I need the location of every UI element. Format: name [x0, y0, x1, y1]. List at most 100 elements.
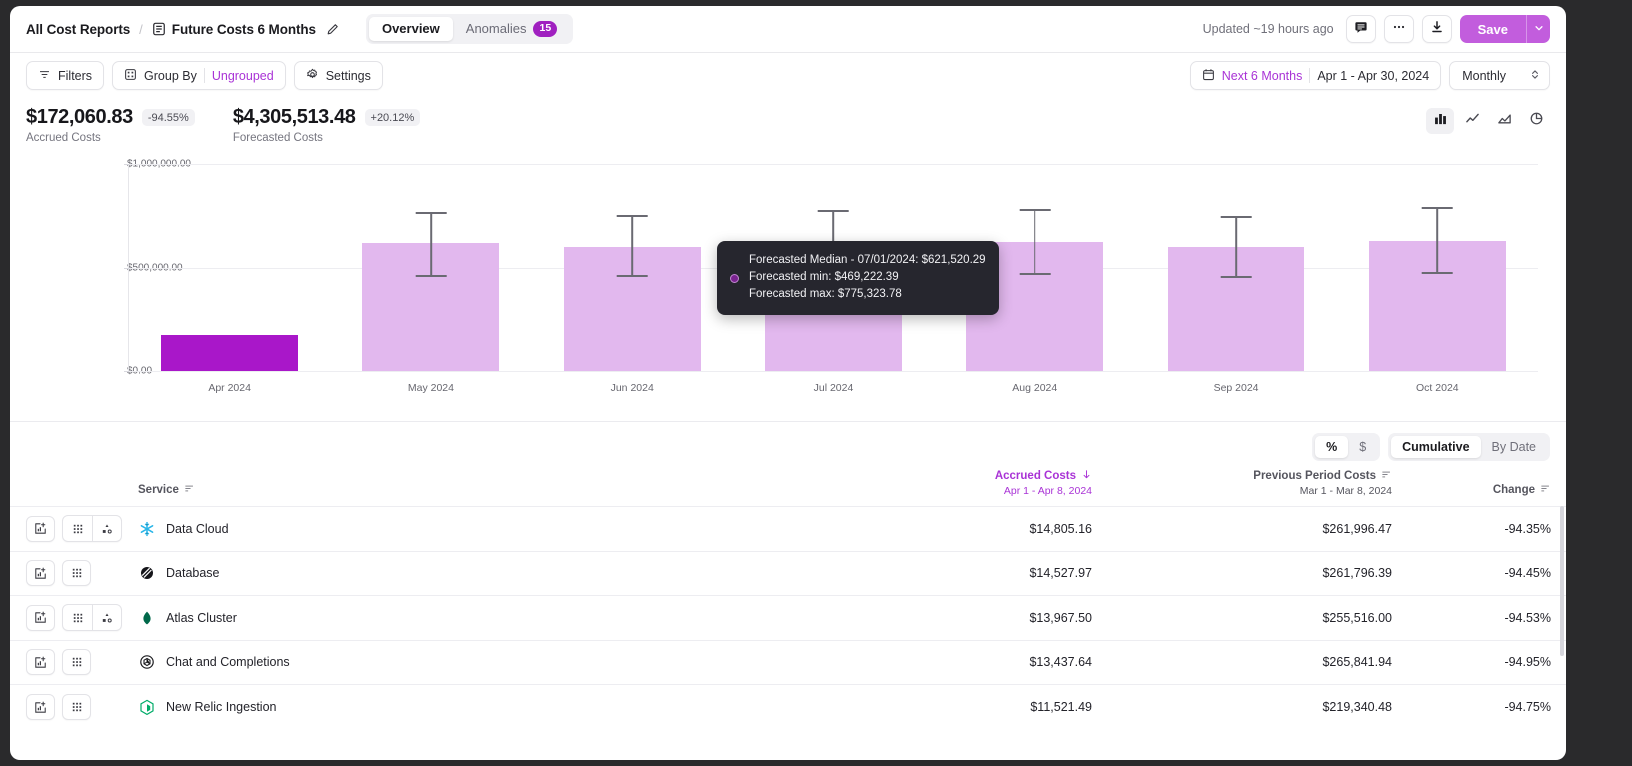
th-accrued-label: Accrued Costs	[994, 470, 1076, 482]
th-change-label: Change	[1492, 484, 1535, 496]
row-accrued-cell: $14,527.97	[942, 550, 1092, 596]
pie-chart-button[interactable]	[1522, 108, 1550, 134]
th-previous-period[interactable]: Previous Period Costs Mar 1 - Mar 8, 202…	[1092, 469, 1392, 507]
chevron-down-icon	[1534, 20, 1544, 38]
line-chart-button[interactable]	[1458, 108, 1486, 134]
table-row[interactable]: Database $14,527.97 $261,796.39 -94.45%	[10, 550, 1566, 596]
bar-slot-may[interactable]: May 2024	[330, 164, 531, 394]
cluster-icon[interactable]	[92, 516, 121, 542]
cluster-icon[interactable]	[92, 605, 121, 631]
table-row[interactable]: Data Cloud $14,805.16 $261,996.47 -94.35…	[10, 506, 1566, 551]
group-by-value[interactable]: Ungrouped	[212, 69, 274, 83]
calendar-icon	[1202, 68, 1215, 84]
grid-icon[interactable]	[62, 694, 91, 720]
bar-oct-2024[interactable]	[1368, 207, 1506, 371]
bar-slot-sep[interactable]: Sep 2024	[1135, 164, 1336, 394]
th-accrued-costs[interactable]: Accrued Costs Apr 1 - Apr 8, 2024	[942, 469, 1092, 507]
service-name: Database	[166, 566, 220, 581]
grid-icon[interactable]	[63, 605, 92, 630]
tooltip-line-median: Forecasted Median - 07/01/2024: $621,520…	[749, 254, 986, 266]
toggle-dollar[interactable]: $	[1348, 436, 1377, 458]
unit-toggle-group: % $	[1312, 433, 1381, 461]
row-accrued-cell: $13,967.50	[942, 595, 1092, 640]
date-range-label: Apr 1 - Apr 30, 2024	[1317, 68, 1430, 83]
bar-jun-2024[interactable]	[563, 215, 701, 371]
th-change[interactable]: Change	[1392, 469, 1566, 507]
grid-icon[interactable]	[62, 560, 91, 587]
toggle-cumulative[interactable]: Cumulative	[1391, 436, 1481, 458]
table-row[interactable]: Atlas Cluster $13,967.50 $255,516.00 -94…	[10, 595, 1566, 640]
chart-export-icon[interactable]	[26, 694, 55, 720]
chart-export-icon[interactable]	[26, 604, 55, 631]
grid-icon[interactable]	[63, 516, 92, 541]
chart-export-icon[interactable]	[26, 515, 55, 542]
save-button[interactable]: Save	[1459, 15, 1526, 43]
tab-anomalies-label: Anomalies	[465, 21, 527, 36]
table-row[interactable]: Chat and Completions $13,437.64 $265,841…	[10, 639, 1566, 685]
app-window: All Cost Reports / Future Costs 6 Months…	[10, 6, 1566, 760]
sort-icon[interactable]	[184, 483, 195, 497]
group-by-button[interactable]: Group By Ungrouped	[112, 61, 286, 90]
tab-overview[interactable]: Overview	[368, 17, 453, 41]
row-actions-cell	[10, 506, 132, 551]
row-service-cell: New Relic Ingestion	[132, 684, 942, 729]
top-bar-actions: Updated ~19 hours ago Save	[1203, 15, 1550, 43]
bar-chart-button[interactable]	[1426, 108, 1454, 134]
settings-label: Settings	[325, 68, 371, 83]
row-service-cell: Data Cloud	[132, 506, 942, 551]
th-service[interactable]: Service	[132, 469, 942, 507]
accrued-costs-delta: -94.55%	[141, 109, 195, 126]
chart-tooltip: Forecasted Median - 07/01/2024: $621,520…	[717, 241, 999, 315]
tab-overview-label: Overview	[381, 21, 440, 36]
row-accrued-cell: $11,521.49	[942, 684, 1092, 729]
bar-slot-jun[interactable]: Jun 2024	[532, 164, 733, 394]
chart-export-icon[interactable]	[26, 560, 55, 587]
save-dropdown-button[interactable]	[1526, 15, 1550, 43]
grid-icon[interactable]	[62, 649, 91, 676]
area-chart-button[interactable]	[1490, 108, 1518, 134]
toggle-percent[interactable]: %	[1315, 436, 1349, 458]
bar-slot-apr[interactable]: Apr 2024	[129, 164, 330, 394]
sort-icon[interactable]	[1540, 483, 1551, 497]
toggle-by-date[interactable]: By Date	[1481, 436, 1547, 458]
row-actions-cell	[10, 684, 132, 729]
pencil-icon[interactable]	[326, 23, 339, 36]
y-tick-bottom	[124, 371, 129, 372]
grid-icon	[124, 68, 137, 84]
arrow-down-icon[interactable]	[1081, 469, 1092, 483]
metric-forecasted-costs: $4,305,513.48 +20.12% Forecasted Costs	[233, 106, 421, 144]
more-options-button[interactable]	[1383, 15, 1414, 43]
bar-may-2024[interactable]	[362, 212, 500, 371]
table-row[interactable]: New Relic Ingestion $11,521.49 $219,340.…	[10, 684, 1566, 729]
breadcrumb-root[interactable]: All Cost Reports	[26, 22, 130, 37]
date-preset-label: Next 6 Months	[1221, 68, 1303, 83]
bar-sep-2024[interactable]	[1167, 216, 1305, 371]
row-service-cell: Database	[132, 550, 942, 596]
x-axis-label-may: May 2024	[407, 382, 454, 394]
bar-slot-oct[interactable]: Oct 2024	[1337, 164, 1538, 394]
gear-icon	[306, 68, 319, 84]
vertical-scrollbar[interactable]	[1560, 506, 1564, 656]
chart-export-icon[interactable]	[26, 649, 55, 676]
forecasted-costs-delta: +20.12%	[364, 109, 421, 126]
cost-table-body: Data Cloud $14,805.16 $261,996.47 -94.35…	[10, 506, 1566, 729]
date-divider	[1309, 68, 1311, 83]
date-range-button[interactable]: Next 6 Months Apr 1 - Apr 30, 2024	[1189, 61, 1442, 90]
download-button[interactable]	[1421, 15, 1452, 43]
filters-button[interactable]: Filters	[26, 61, 105, 90]
row-view-toggle-group	[62, 604, 122, 632]
newrelic-icon	[138, 699, 155, 716]
sort-icon[interactable]	[1381, 469, 1392, 483]
tab-anomalies[interactable]: Anomalies 15	[453, 17, 570, 41]
bar-apr-2024[interactable]	[161, 335, 299, 371]
error-bar-may	[430, 212, 432, 277]
settings-button[interactable]: Settings	[293, 61, 383, 90]
snowflake-icon	[138, 520, 155, 537]
chevron-updown-icon	[1530, 68, 1540, 84]
comment-icon	[1354, 20, 1368, 39]
table-view-toggles: % $ Cumulative By Date	[10, 422, 1566, 469]
granularity-select[interactable]: Monthly	[1449, 61, 1550, 90]
database-icon	[138, 565, 155, 582]
comment-button[interactable]	[1345, 15, 1376, 43]
filters-label: Filters	[58, 68, 93, 83]
